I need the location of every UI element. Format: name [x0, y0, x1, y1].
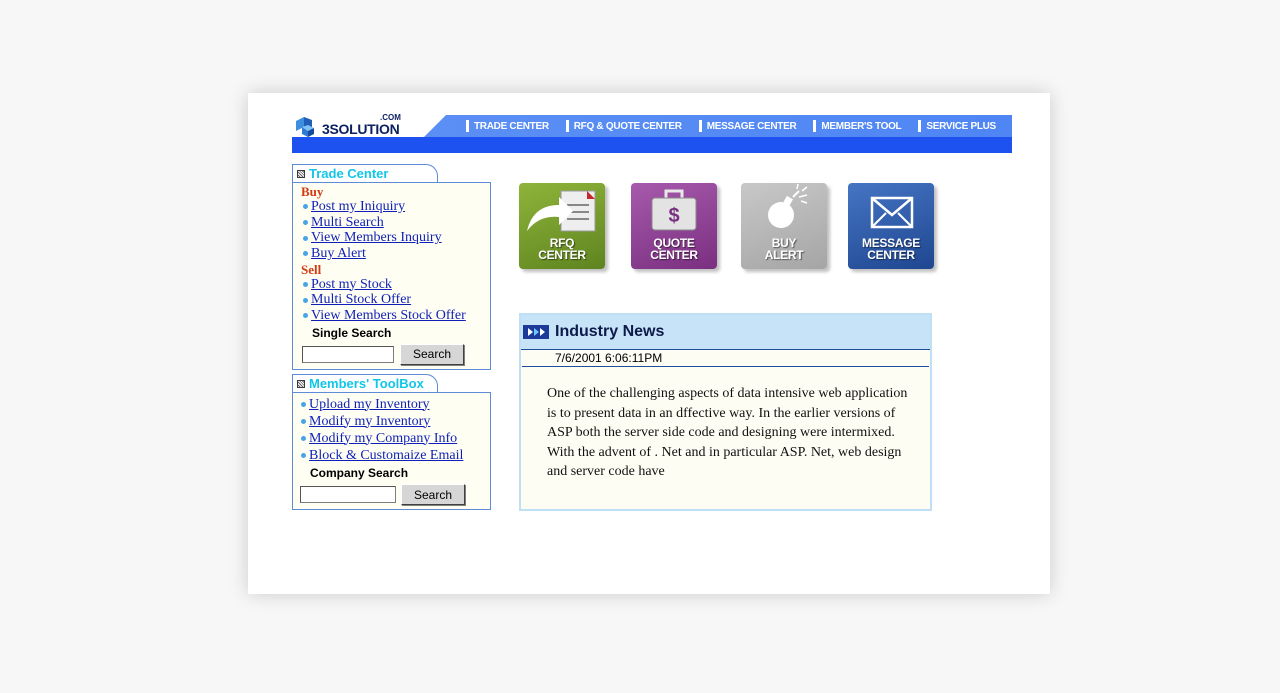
link-post-stock[interactable]: Post my Stock — [311, 277, 392, 293]
toolbox-tab: Members' ToolBox — [292, 374, 438, 392]
site-header: .COM 3SOLUTION TRADE CENTER RFQ & QUOTE … — [292, 113, 1012, 153]
icon-label-line: CENTER — [538, 248, 586, 262]
link-upload-inventory[interactable]: Upload my Inventory — [309, 397, 430, 413]
list-item: Modify my Inventory — [301, 413, 490, 430]
list-item: Modify my Company Info — [301, 430, 490, 447]
nav-label: RFQ & QUOTE CENTER — [573, 120, 682, 132]
trade-center-body: Buy Post my Iniquiry Multi Search View M… — [292, 182, 491, 370]
link-multi-search[interactable]: Multi Search — [311, 215, 384, 231]
nav-trade-center[interactable]: TRADE CENTER — [466, 120, 549, 132]
panel-bullet-icon — [297, 169, 305, 178]
nav-message-center[interactable]: MESSAGE CENTER — [698, 120, 797, 132]
svg-text:$: $ — [668, 205, 679, 227]
news-header: Industry News — [521, 315, 930, 350]
bullet-icon — [301, 402, 306, 407]
company-search-button[interactable]: Search — [401, 484, 465, 505]
message-center-label: MESSAGE CENTER — [848, 237, 934, 261]
link-view-members-inquiry[interactable]: View Members Inquiry — [311, 230, 442, 246]
nav-divider-icon — [918, 120, 922, 132]
bullet-icon — [303, 297, 308, 303]
sell-section-label: Sell — [301, 261, 322, 277]
nav-label: MESSAGE CENTER — [706, 120, 797, 132]
nav-label: MEMBER'S TOOL — [821, 120, 902, 132]
trade-center-tab: Trade Center — [292, 164, 438, 182]
nav-rfq-quote-center[interactable]: RFQ & QUOTE CENTER — [565, 120, 682, 132]
list-item: Upload my Inventory — [301, 396, 490, 413]
nav-label: TRADE CENTER — [474, 120, 549, 132]
nav-divider-icon — [813, 120, 817, 132]
bullet-icon — [303, 313, 308, 319]
single-search-button[interactable]: Search — [400, 343, 464, 365]
link-modify-inventory[interactable]: Modify my Inventory — [309, 414, 430, 430]
header-blue-bar — [292, 137, 1012, 153]
news-date: 7/6/2001 6:06:11PM — [522, 350, 929, 367]
list-item: Post my Iniquiry — [303, 199, 490, 215]
toolbox-body: Upload my Inventory Modify my Inventory … — [292, 392, 491, 510]
bullet-icon — [301, 419, 306, 424]
nav-service-plus[interactable]: SERVICE PLUS — [918, 120, 996, 132]
trade-center-title: Trade Center — [309, 166, 389, 181]
link-post-inquiry[interactable]: Post my Iniquiry — [311, 199, 405, 215]
cube-logo-icon — [296, 117, 314, 137]
logo-text: 3SOLUTION — [322, 121, 400, 137]
industry-news-panel: Industry News 7/6/2001 6:06:11PM One of … — [519, 313, 932, 511]
toolbox-panel: Members' ToolBox Upload my Inventory Mod… — [292, 374, 491, 510]
link-view-members-stock-offer[interactable]: View Members Stock Offer — [311, 308, 466, 324]
page-content: .COM 3SOLUTION TRADE CENTER RFQ & QUOTE … — [292, 113, 1012, 511]
arrow-glyph-icon — [528, 328, 545, 336]
list-item: Multi Stock Offer — [303, 292, 490, 308]
bullet-icon — [301, 436, 306, 441]
buy-section-label: Buy — [301, 184, 324, 199]
news-body: One of the challenging aspects of data i… — [547, 386, 908, 479]
link-block-customize-email[interactable]: Block & Customaize Email — [309, 448, 463, 464]
list-item: Post my Stock — [303, 277, 490, 293]
link-multi-stock-offer[interactable]: Multi Stock Offer — [311, 292, 411, 308]
company-search-input[interactable] — [300, 486, 396, 503]
company-search-row: Search — [300, 484, 490, 505]
list-item: Buy Alert — [303, 246, 490, 262]
list-item: Block & Customaize Email — [301, 447, 490, 464]
bullet-icon — [301, 453, 306, 458]
company-search-label: Company Search — [310, 466, 409, 480]
rfq-center-button[interactable]: RFQ CENTER — [519, 183, 605, 269]
bullet-icon — [303, 220, 308, 226]
icon-label-line: ALERT — [764, 248, 804, 262]
nav-divider-icon — [565, 120, 569, 132]
icon-label-line: CENTER — [867, 248, 915, 262]
single-search-input[interactable] — [302, 345, 394, 363]
site-logo[interactable]: .COM 3SOLUTION — [292, 113, 432, 137]
message-center-button[interactable]: MESSAGE CENTER — [848, 183, 934, 269]
list-item: Multi Search — [303, 215, 490, 231]
bullet-icon — [303, 282, 308, 288]
link-buy-alert[interactable]: Buy Alert — [311, 246, 366, 262]
quote-center-button[interactable]: $ QUOTE CENTER — [631, 183, 717, 269]
nav-members-tool[interactable]: MEMBER'S TOOL — [813, 120, 902, 132]
panel-bullet-icon — [297, 379, 305, 388]
icon-label-line: CENTER — [650, 248, 698, 262]
trade-center-panel: Trade Center Buy Post my Iniquiry Multi … — [292, 164, 491, 370]
top-nav: TRADE CENTER RFQ & QUOTE CENTER MESSAGE … — [424, 115, 1012, 137]
list-item: View Members Stock Offer — [303, 308, 490, 324]
nav-divider-icon — [698, 120, 702, 132]
bullet-icon — [303, 235, 308, 241]
buy-alert-label: BUY ALERT — [741, 237, 827, 261]
nav-divider-icon — [466, 120, 469, 132]
single-search-row: Search — [302, 343, 490, 365]
bullet-icon — [303, 204, 308, 210]
list-item: View Members Inquiry — [303, 230, 490, 246]
buy-alert-button[interactable]: BUY ALERT — [741, 183, 827, 269]
link-modify-company-info[interactable]: Modify my Company Info — [309, 431, 457, 447]
rfq-center-label: RFQ CENTER — [519, 237, 605, 261]
bullet-icon — [303, 251, 308, 257]
nav-label: SERVICE PLUS — [926, 120, 996, 132]
toolbox-title: Members' ToolBox — [309, 376, 424, 391]
news-title: Industry News — [555, 323, 665, 340]
single-search-label: Single Search — [312, 325, 392, 340]
quote-center-label: QUOTE CENTER — [631, 237, 717, 261]
double-arrow-icon — [523, 325, 549, 339]
page-frame: .COM 3SOLUTION TRADE CENTER RFQ & QUOTE … — [248, 93, 1050, 594]
